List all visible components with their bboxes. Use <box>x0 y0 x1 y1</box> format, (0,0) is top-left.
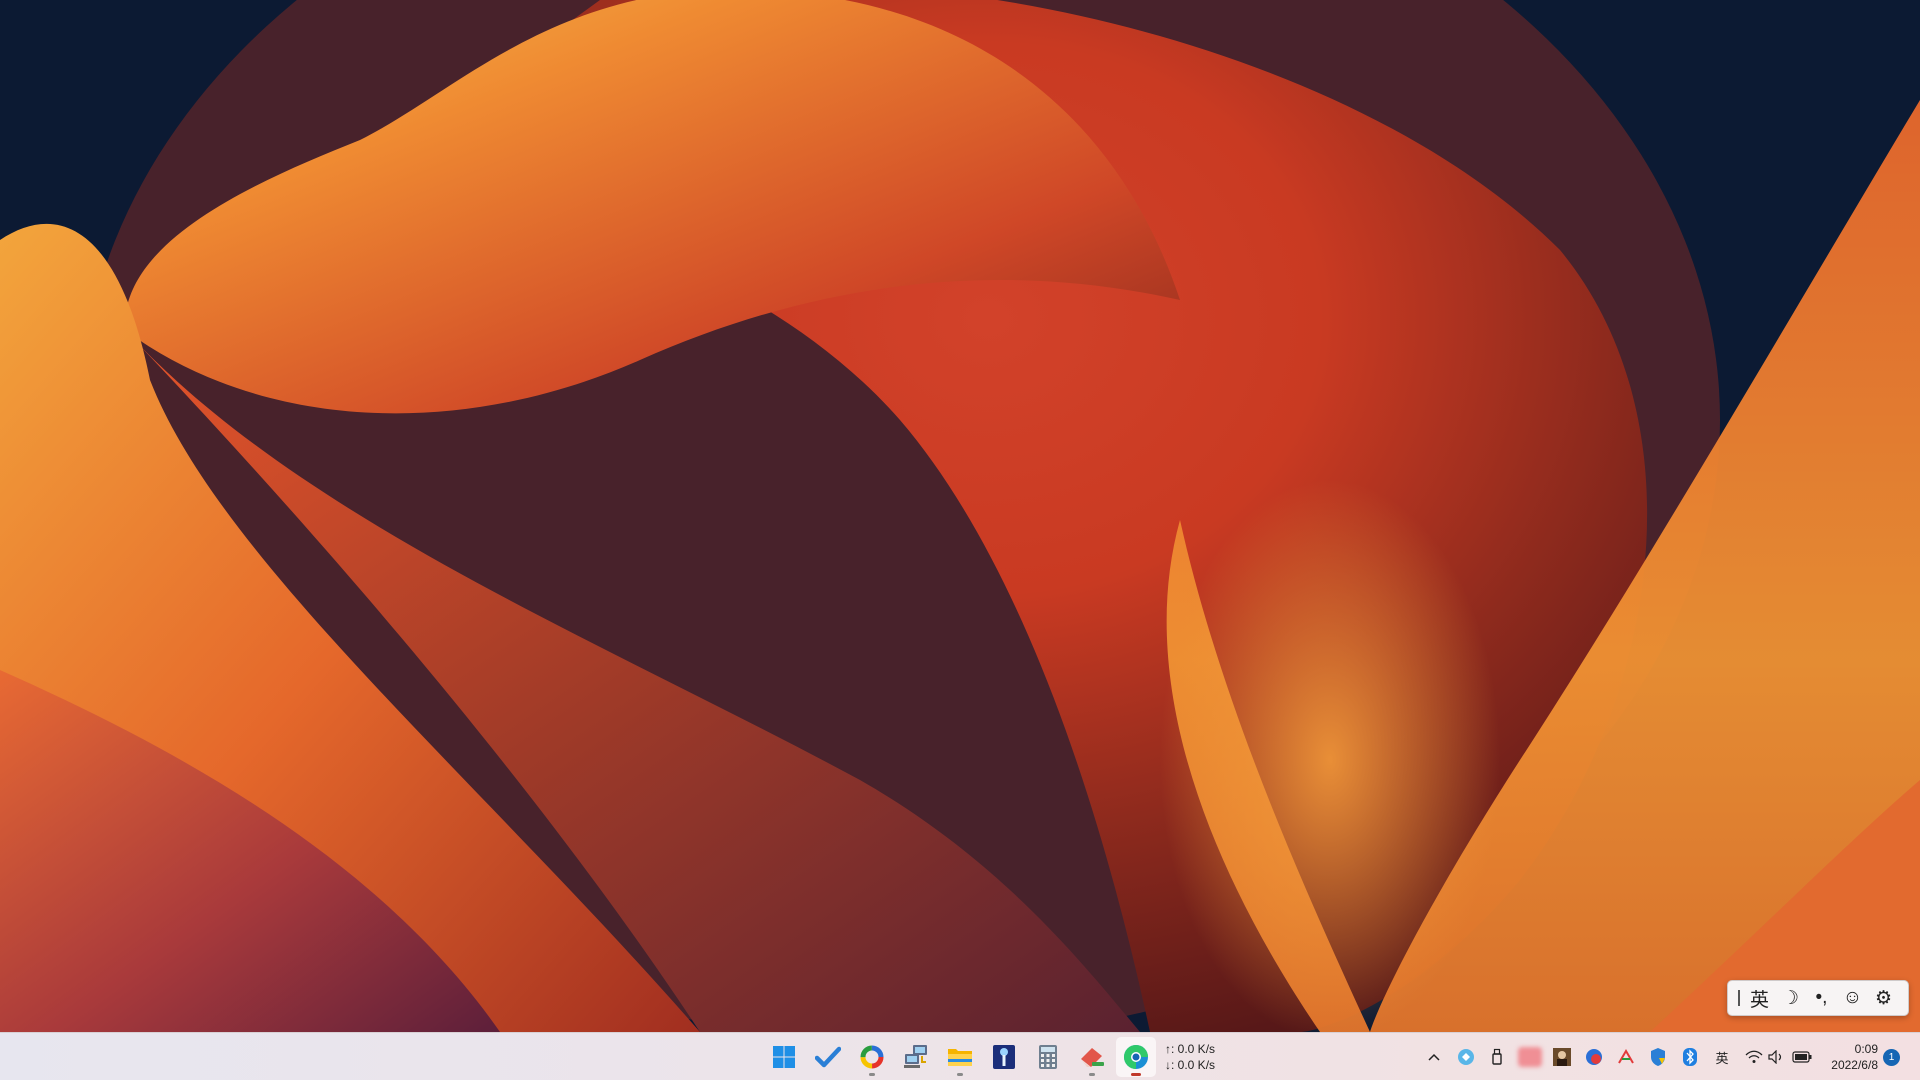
pen-icon[interactable] <box>1614 1045 1638 1069</box>
clock-time: 0:09 <box>1854 1042 1878 1056</box>
overflow-chevron-icon[interactable] <box>1422 1045 1446 1069</box>
calculator[interactable] <box>1028 1037 1068 1077</box>
color-app[interactable] <box>852 1037 892 1077</box>
network-speed-widget[interactable]: ↑: 0.0 K/s ↓: 0.0 K/s <box>1165 1041 1215 1073</box>
edge-browser[interactable] <box>1116 1037 1156 1077</box>
desktop-wallpaper: 英 ☽ •, ☺ ⚙ <box>0 0 1920 1032</box>
emoji-icon[interactable]: ☺ <box>1837 982 1868 1014</box>
eraser-app[interactable] <box>1072 1037 1112 1077</box>
network-app[interactable] <box>896 1037 936 1077</box>
calculator-icon <box>1039 1045 1057 1069</box>
bluetooth-icon[interactable] <box>1678 1045 1702 1069</box>
red-app-icon[interactable] <box>1582 1045 1606 1069</box>
tool-app[interactable] <box>984 1037 1024 1077</box>
windows-logo-icon <box>773 1046 795 1068</box>
gear-icon[interactable]: ⚙ <box>1868 982 1899 1014</box>
punctuation-icon[interactable]: •, <box>1806 982 1837 1014</box>
start-button[interactable] <box>764 1037 804 1077</box>
checkmark-icon <box>815 1046 841 1068</box>
blue-app-icon[interactable] <box>1454 1045 1478 1069</box>
volume-icon[interactable] <box>1764 1045 1788 1069</box>
ime-icon[interactable]: 英 <box>1710 1045 1734 1069</box>
wallpaper-art <box>0 0 1920 1032</box>
notification-badge[interactable]: 1 <box>1883 1049 1900 1066</box>
grip-icon[interactable] <box>1734 982 1744 1014</box>
language-icon[interactable]: 英 <box>1744 982 1775 1014</box>
battery-icon[interactable] <box>1790 1045 1814 1069</box>
moon-icon[interactable]: ☽ <box>1775 982 1806 1014</box>
todo-app[interactable] <box>808 1037 848 1077</box>
network-computers-icon <box>904 1045 927 1068</box>
running-indicator <box>1131 1073 1141 1076</box>
color-ring-icon <box>860 1045 884 1069</box>
download-speed: ↓: 0.0 K/s <box>1165 1058 1216 1072</box>
upload-speed: ↑: 0.0 K/s <box>1165 1042 1216 1056</box>
eraser-icon <box>1081 1048 1104 1067</box>
taskbar: ↑: 0.0 K/s ↓: 0.0 K/s 英 0:09 2022/6/8 1 <box>0 1032 1920 1080</box>
system-clock[interactable]: 0:09 2022/6/8 <box>1818 1041 1878 1073</box>
edge-icon <box>1124 1045 1148 1069</box>
ime-toolbar: 英 ☽ •, ☺ ⚙ <box>1727 980 1909 1016</box>
file-explorer[interactable] <box>940 1037 980 1077</box>
running-indicator <box>869 1073 875 1076</box>
folder-icon <box>948 1049 972 1066</box>
blurred-icon[interactable] <box>1518 1045 1542 1069</box>
usb-icon[interactable] <box>1485 1045 1509 1069</box>
running-indicator <box>1089 1073 1095 1076</box>
security-shield-icon[interactable] <box>1646 1045 1670 1069</box>
blue-tool-icon <box>993 1045 1015 1069</box>
avatar-icon[interactable] <box>1550 1045 1574 1069</box>
running-indicator <box>957 1073 963 1076</box>
wifi-icon[interactable] <box>1742 1045 1766 1069</box>
clock-date: 2022/6/8 <box>1831 1058 1878 1072</box>
